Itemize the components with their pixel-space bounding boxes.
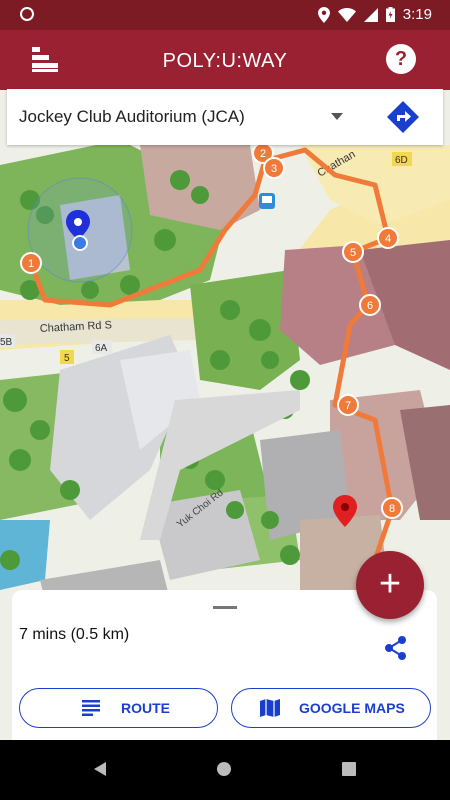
notification-icon [20,7,34,21]
share-icon[interactable] [382,634,410,662]
zone-label-5b: 5B [0,337,13,348]
google-maps-button[interactable]: GOOGLE MAPS [231,688,431,728]
zone-label-6d: 6D [395,155,408,166]
svg-text:4: 4 [385,233,391,245]
list-icon [82,700,100,716]
zone-label-5: 5 [64,353,70,364]
directions-icon[interactable] [385,99,421,135]
help-icon[interactable]: ? [386,44,416,74]
route-waypoint-7[interactable]: 7 [337,394,359,416]
app-title: POLY:U:WAY [162,50,288,72]
location-icon [317,6,330,23]
status-bar: 3:19 [0,0,450,30]
route-eta-text: 7 mins (0.5 km) [19,626,130,643]
dropdown-arrow-icon[interactable] [331,113,343,120]
route-waypoint-6[interactable]: 6 [359,294,381,316]
route-button[interactable]: ROUTE [19,688,218,728]
route-waypoint-1[interactable]: 1 [20,252,42,274]
svg-text:5: 5 [350,247,356,259]
route-waypoint-3[interactable]: 3 [263,157,285,179]
signal-icon [363,7,378,22]
svg-text:3: 3 [271,163,277,175]
bus-stop-icon [259,193,275,209]
svg-text:7: 7 [345,400,351,412]
google-maps-button-label: GOOGLE MAPS [299,700,405,716]
svg-text:2: 2 [260,148,266,160]
svg-text:1: 1 [28,258,34,270]
svg-text:6: 6 [367,300,373,312]
status-time: 3:19 [402,6,432,23]
battery-icon [385,7,395,22]
route-waypoint-4[interactable]: 4 [377,227,399,249]
app-bar: POLY:U:WAY ? [0,30,450,90]
sheet-drag-handle[interactable] [213,606,237,609]
destination-select-value[interactable]: Jockey Club Auditorium (JCA) [19,89,245,145]
svg-text:8: 8 [389,503,395,515]
destination-selector[interactable]: Jockey Club Auditorium (JCA) [7,89,443,145]
route-waypoint-8[interactable]: 8 [381,497,403,519]
map-icon [260,699,280,717]
add-fab-button[interactable]: + [356,551,424,619]
wifi-icon [337,7,356,22]
route-waypoint-5[interactable]: 5 [342,241,364,263]
recents-icon[interactable] [342,762,356,776]
zone-label-6a: 6A [95,343,108,354]
back-icon[interactable] [93,761,107,777]
home-icon[interactable] [216,761,232,777]
system-nav-bar [0,740,450,800]
route-button-label: ROUTE [121,700,170,716]
